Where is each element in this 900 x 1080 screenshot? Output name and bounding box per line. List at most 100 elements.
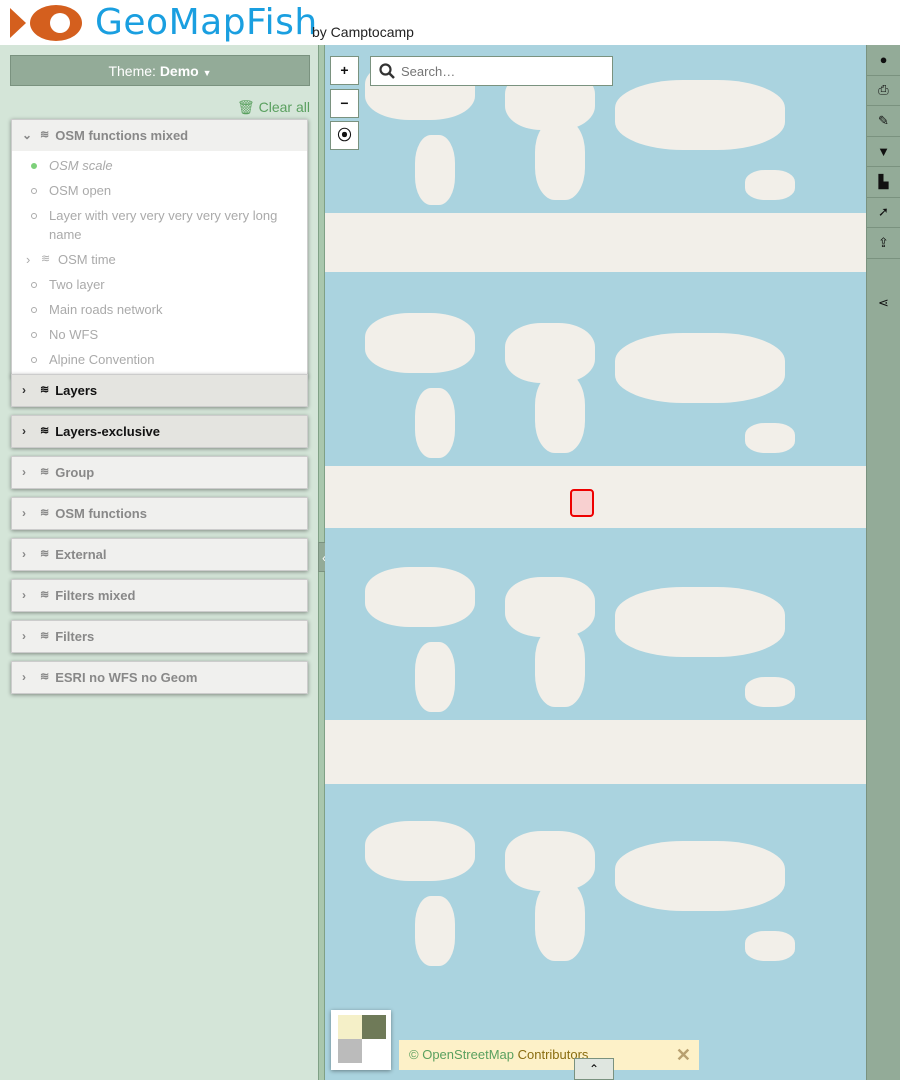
layer-item[interactable]: Main roads network [12,297,307,322]
layer-item[interactable]: Alpine Convention [12,347,307,372]
layers-icon: ≋ [40,425,50,437]
layers-icon: ≋ [40,671,50,683]
layer-item[interactable]: Two layer [12,272,307,297]
draw-tool-button[interactable]: ✎ [867,106,900,137]
layer-label: Alpine Convention [49,352,155,367]
layer-group-header[interactable]: › ≋ ESRI no WFS no Geom [12,662,307,693]
layer-group[interactable]: › ≋ Group [11,456,308,489]
layer-group-label: OSM functions mixed [55,128,189,143]
layer-group-header[interactable]: ⌄ ≋ OSM functions mixed [12,120,307,151]
background-layer-selector[interactable] [331,1010,391,1070]
layer-label: OSM time [58,252,116,267]
layers-icon: ≋ [40,548,50,560]
layer-group[interactable]: › ≋ OSM functions [11,497,308,530]
chevron-right-icon[interactable]: › [22,457,34,488]
chevron-right-icon[interactable]: › [22,416,34,447]
layer-group-header[interactable]: › ≋ Group [12,457,307,488]
import-icon: ⇪ [878,234,889,250]
map-land [615,841,785,911]
layer-group[interactable]: › ≋ Layers-exclusive [11,415,308,448]
map-land [745,931,795,961]
layer-group[interactable]: › ≋ External [11,538,308,571]
chevron-right-icon[interactable]: › [22,498,34,529]
layer-toggle[interactable] [31,213,37,219]
layer-group[interactable]: › ≋ Filters [11,620,308,653]
layer-toggle[interactable] [31,188,37,194]
layer-label: Main roads network [49,302,163,317]
chevron-right-icon[interactable]: › [22,662,34,693]
user-tool-button[interactable]: ● [867,45,900,76]
close-icon[interactable]: ✕ [676,1040,691,1070]
layer-group-header[interactable]: › ≋ External [12,539,307,570]
layer-group[interactable]: › ≋ Filters mixed [11,579,308,612]
map-land [615,333,785,403]
filter-icon: ▼ [877,143,890,159]
map-feature-marker[interactable] [570,489,594,517]
map[interactable]: + − ⦿ © OpenStreetMap Contributors✕ ⌃ [325,45,866,1080]
layer-toggle[interactable] [31,357,37,363]
chevron-right-icon[interactable]: › [22,539,34,570]
chevron-right-icon[interactable]: › [22,580,34,611]
zoom-out-button[interactable]: − [330,89,359,118]
profile-tool-button[interactable]: ▙ [867,167,900,198]
layer-group[interactable]: ⌄ ≋ OSM functions mixed OSM scale OSM open La… [11,119,308,377]
osm-link[interactable]: OpenStreetMap [422,1047,514,1062]
layer-toggle[interactable] [31,163,37,169]
filter-tool-button[interactable]: ▼ [867,137,900,167]
layer-toggle[interactable] [31,332,37,338]
bg-thumb-aerial [362,1015,386,1039]
theme-selector[interactable]: Theme: Demo ▼ [10,55,310,86]
search-box[interactable] [370,56,613,86]
layer-label: Two layer [49,277,105,292]
layer-label: OSM scale [49,158,113,173]
map-land [535,627,585,707]
query-tool-button[interactable]: ➚ [867,198,900,228]
layer-group-header[interactable]: › ≋ OSM functions [12,498,307,529]
chevron-right-icon[interactable]: › [22,621,34,652]
copyright: © [409,1047,419,1062]
map-land [325,720,866,784]
layer-group[interactable]: › ≋ Layers [11,374,308,407]
layer-group-header[interactable]: › ≋ Filters mixed [12,580,307,611]
locate-icon: ⦿ [337,127,352,143]
map-land [535,120,585,200]
clear-all-button[interactable]: 🗑 Clear all [230,99,310,116]
layers-icon: ≋ [40,384,50,396]
chevron-down-icon[interactable]: ⌄ [22,120,34,151]
layer-subgroup[interactable]: › ≋ OSM time [12,247,307,272]
layer-group-label: OSM functions [55,506,147,521]
layer-group-header[interactable]: › ≋ Filters [12,621,307,652]
bg-thumb-osm [338,1015,362,1039]
layer-item[interactable]: Layer with very very very very very long… [12,203,307,247]
layer-item[interactable]: No WFS [12,322,307,347]
layer-toggle[interactable] [31,282,37,288]
layer-group-label: Group [55,465,95,480]
map-land [535,373,585,453]
share-tool-button[interactable]: ⋖ [867,259,900,319]
map-land [365,821,475,881]
layer-item[interactable]: OSM scale [12,153,307,178]
map-land [325,466,866,528]
layer-group-header[interactable]: › ≋ Layers [12,375,307,406]
share-icon: ⋖ [878,294,889,310]
geolocation-button[interactable]: ⦿ [330,121,359,150]
layer-group-label: Filters mixed [55,588,136,603]
map-land [615,587,785,657]
print-tool-button[interactable]: ⎙ [867,76,900,106]
import-tool-button[interactable]: ⇪ [867,228,900,259]
map-land [415,896,455,966]
layer-group[interactable]: › ≋ ESRI no WFS no Geom [11,661,308,694]
layer-label: Layer with very very very very very long… [49,208,278,242]
chevron-right-icon[interactable]: › [22,375,34,406]
layers-icon: ≋ [40,589,50,601]
zoom-in-button[interactable]: + [330,56,359,85]
layer-group-header[interactable]: › ≋ Layers-exclusive [12,416,307,447]
layers-icon: ≋ [40,630,50,642]
layer-toggle[interactable] [31,307,37,313]
search-input[interactable] [401,63,601,79]
expand-bottom-panel-button[interactable]: ⌃ [574,1058,614,1080]
map-land [325,213,866,272]
layer-item[interactable]: OSM open [12,178,307,203]
caret-down-icon: ▼ [202,68,212,78]
chevron-right-icon[interactable]: › [26,250,30,269]
